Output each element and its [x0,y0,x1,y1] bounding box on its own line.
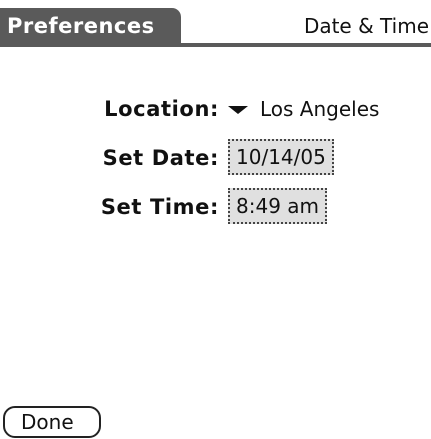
date-picker[interactable]: 10/14/05 [228,139,334,175]
triangle-down-icon [228,106,248,114]
title-bar: Preferences Date & Time [0,0,431,47]
date-row: Set Date: 10/14/05 [0,139,431,177]
done-button[interactable]: Done [3,406,101,438]
location-row: Location: Los Angeles [0,90,431,128]
set-time-label: Set Time: [100,195,219,219]
title-underline [0,43,431,47]
location-dropdown[interactable]: Los Angeles [228,90,379,128]
set-date-label: Set Date: [102,146,219,170]
section-title: Date & Time [303,14,429,38]
time-row: Set Time: 8:49 am [0,188,431,226]
location-value: Los Angeles [260,97,380,121]
location-label: Location: [104,97,219,121]
app-title[interactable]: Preferences [0,8,181,44]
time-picker[interactable]: 8:49 am [228,188,328,224]
